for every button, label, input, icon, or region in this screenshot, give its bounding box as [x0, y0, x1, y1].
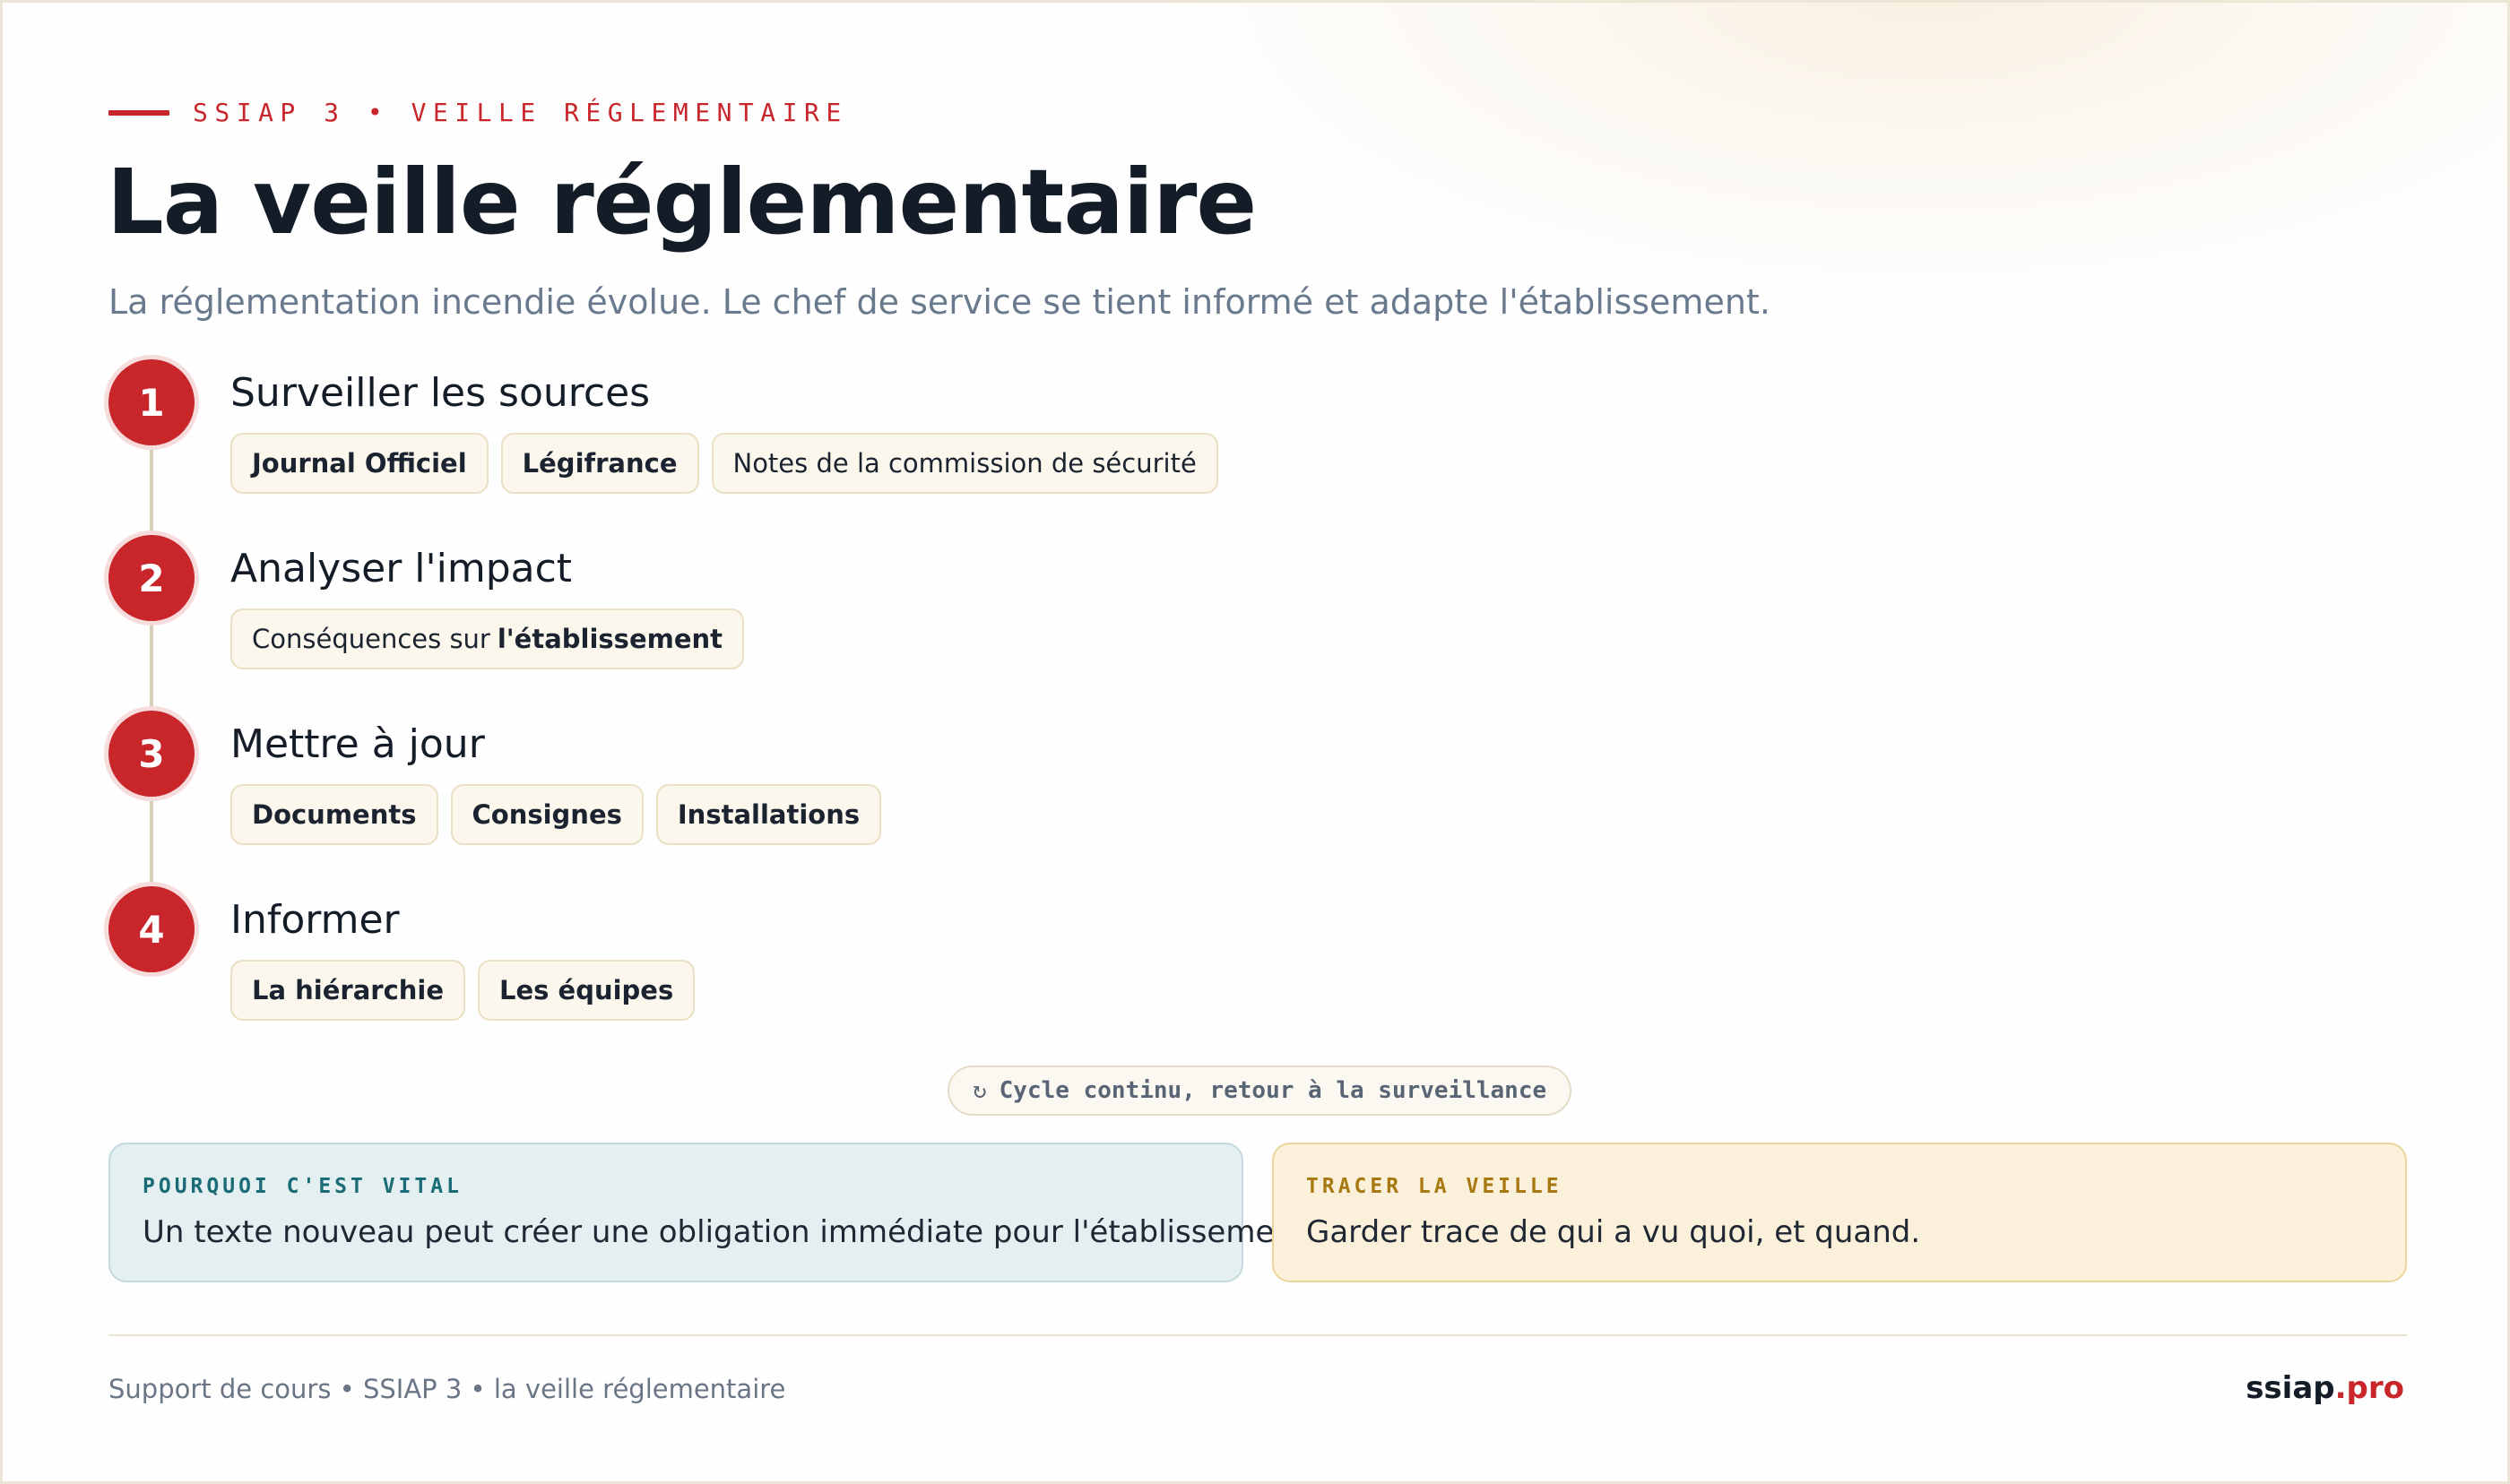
step-title: Analyser l'impact	[230, 546, 573, 591]
chip-prefix: Conséquences sur	[252, 624, 490, 654]
chip-consequences: Conséquences sur l'établissement	[230, 608, 745, 669]
step-title: Informer	[230, 897, 400, 943]
step-chips: La hiérarchie Les équipes	[230, 960, 707, 1021]
chip-legifrance: Légifrance	[500, 433, 699, 494]
card-label: TRACER LA VEILLE	[1306, 1175, 1562, 1198]
kicker-text: SSIAP 3 • VEILLE RÉGLEMENTAIRE	[193, 98, 848, 127]
step-chips: Journal Officiel Légifrance Notes de la …	[230, 433, 1231, 494]
cycle-pill: ↻ Cycle continu, retour à la surveillanc…	[948, 1066, 1572, 1116]
slide: SSIAP 3 • VEILLE RÉGLEMENTAIRE La veille…	[0, 0, 2510, 1484]
step-number: 4	[108, 886, 195, 972]
chip-installations: Installations	[655, 784, 882, 845]
step-chips: Documents Consignes Installations	[230, 784, 894, 845]
step-number: 3	[108, 711, 195, 797]
step-number: 1	[108, 359, 195, 445]
card-text: Un texte nouveau peut créer une obligati…	[143, 1214, 1316, 1250]
timeline-connector	[150, 402, 153, 931]
brand-tld: .pro	[2334, 1370, 2404, 1406]
chip-hierarchie: La hiérarchie	[230, 960, 466, 1021]
page-title: La veille réglementaire	[107, 150, 1257, 255]
step-title: Mettre à jour	[230, 721, 485, 767]
chip-consignes: Consignes	[450, 784, 644, 845]
chip-bold: l'établissement	[497, 624, 723, 654]
kicker-accent-line	[108, 109, 169, 116]
refresh-icon: ↻	[973, 1077, 987, 1104]
chip-journal-officiel: Journal Officiel	[230, 433, 489, 494]
step-chips: Conséquences sur l'établissement	[230, 608, 757, 669]
brand-logo: ssiap.pro	[2246, 1370, 2404, 1406]
chip-notes-commission: Notes de la commission de sécurité	[711, 433, 1218, 494]
chip-equipes: Les équipes	[478, 960, 696, 1021]
card-why-vital: POURQUOI C'EST VITAL Un texte nouveau pe…	[108, 1143, 1316, 1282]
cycle-text: Cycle continu, retour à la surveillance	[999, 1077, 1547, 1104]
card-trace-veille: TRACER LA VEILLE Garder trace de qui a v…	[1272, 1143, 2407, 1282]
card-label: POURQUOI C'EST VITAL	[143, 1175, 463, 1198]
background-glow	[1163, 3, 2507, 307]
brand-name: ssiap	[2246, 1370, 2335, 1406]
kicker: SSIAP 3 • VEILLE RÉGLEMENTAIRE	[108, 98, 848, 127]
footer-divider	[108, 1334, 2407, 1336]
card-text: Garder trace de qui a vu quoi, et quand.	[1306, 1214, 1921, 1250]
footer-caption: Support de cours • SSIAP 3 • la veille r…	[108, 1374, 786, 1404]
page-subtitle: La réglementation incendie évolue. Le ch…	[108, 282, 1770, 322]
chip-documents: Documents	[230, 784, 438, 845]
step-title: Surveiller les sources	[230, 370, 651, 416]
step-number: 2	[108, 535, 195, 621]
